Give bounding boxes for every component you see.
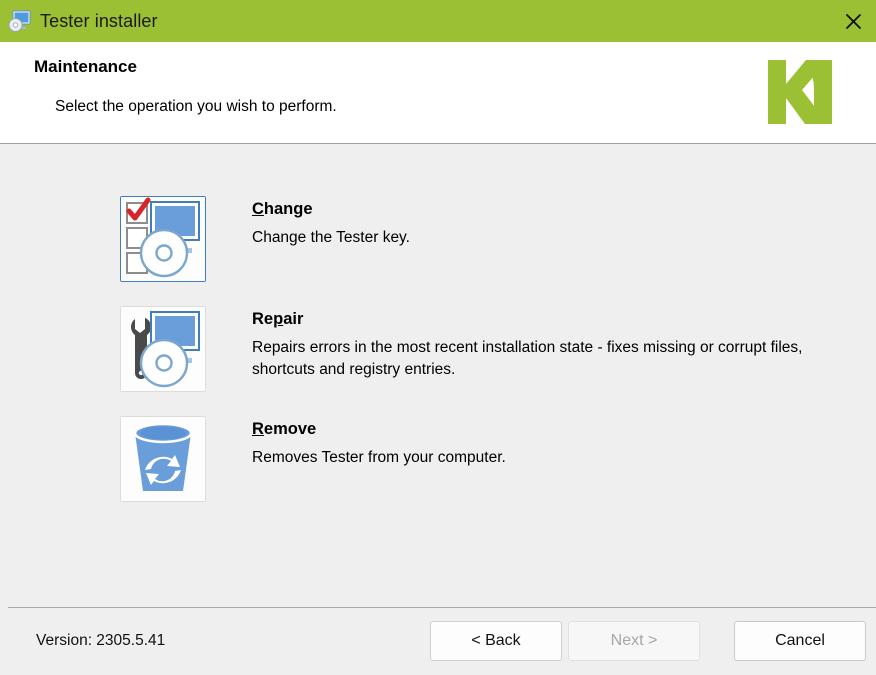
footer-bar: Version: 2305.5.41 < Back Next > Cancel	[0, 607, 876, 675]
option-repair-title-pre: Re	[252, 310, 274, 328]
option-repair-description: Repairs errors in the most recent instal…	[252, 339, 803, 379]
back-button[interactable]: < Back	[430, 621, 562, 661]
option-change-title-rest: hange	[263, 200, 313, 218]
option-remove-title-rest: emove	[263, 420, 317, 438]
monitor-disc-icon	[7, 9, 31, 33]
version-label: Version: 2305.5.41	[36, 632, 166, 649]
footer-divider	[8, 607, 876, 608]
option-change-text: Change Change the Tester key.	[252, 196, 836, 249]
cancel-button[interactable]: Cancel	[734, 621, 866, 661]
repair-wrench-monitor-disc-icon	[120, 306, 206, 392]
page-subtitle: Select the operation you wish to perform…	[55, 98, 337, 115]
option-remove[interactable]: Remove Removes Tester from your computer…	[120, 416, 836, 502]
option-remove-text: Remove Removes Tester from your computer…	[252, 416, 836, 469]
option-change-title: Change	[252, 200, 313, 219]
kofax-green-k-logo	[764, 56, 836, 128]
option-repair[interactable]: Repair Repairs errors in the most recent…	[120, 306, 836, 392]
option-change-accel: C	[252, 200, 264, 218]
window-title: Tester installer	[40, 10, 158, 31]
change-checkboxes-monitor-disc-icon	[120, 196, 206, 282]
option-remove-description: Removes Tester from your computer.	[252, 449, 506, 466]
option-change[interactable]: Change Change the Tester key.	[120, 196, 836, 282]
page-header: Maintenance Select the operation you wis…	[0, 42, 876, 144]
title-bar: Tester installer	[0, 0, 876, 42]
option-repair-title: Repair	[252, 310, 303, 329]
option-change-description: Change the Tester key.	[252, 229, 410, 246]
content-area: Change Change the Tester key. Repair Rep…	[0, 144, 876, 607]
page-title: Maintenance	[34, 57, 137, 76]
remove-recycle-bin-icon	[120, 416, 206, 502]
option-repair-title-rest: air	[283, 310, 304, 328]
next-button: Next >	[568, 621, 700, 661]
installer-window: Tester installer Maintenance Select the …	[0, 0, 876, 675]
close-icon[interactable]	[830, 0, 876, 42]
option-repair-text: Repair Repairs errors in the most recent…	[252, 306, 836, 382]
option-remove-accel: R	[252, 420, 264, 438]
wizard-button-group: < Back Next > Cancel	[430, 621, 866, 661]
maintenance-options-list: Change Change the Tester key. Repair Rep…	[120, 196, 836, 526]
option-repair-accel: p	[273, 310, 284, 328]
option-remove-title: Remove	[252, 420, 316, 439]
